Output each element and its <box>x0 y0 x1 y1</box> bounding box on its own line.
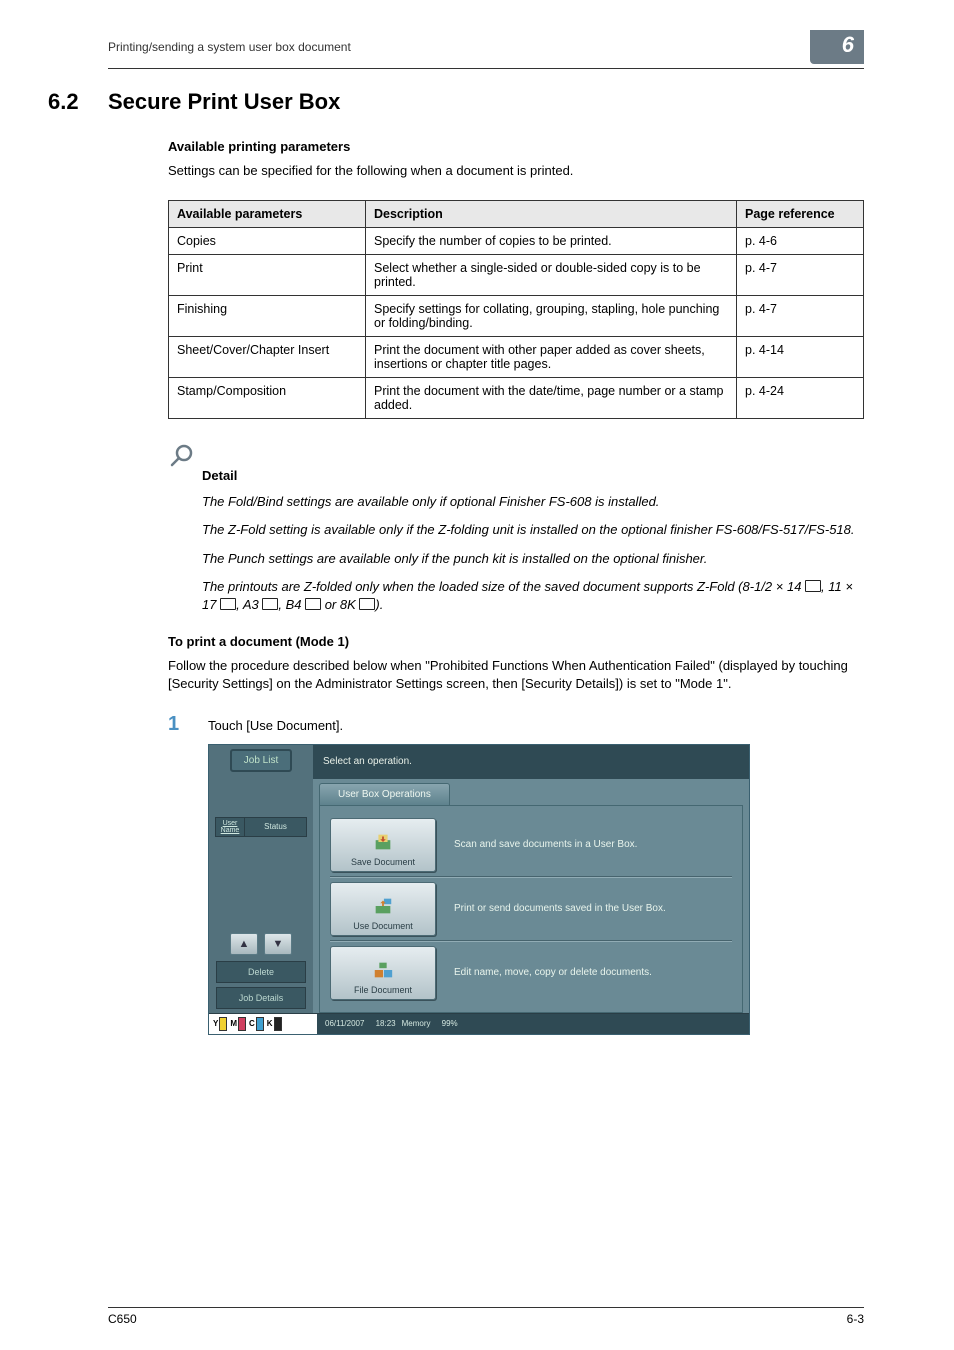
file-document-desc: Edit name, move, copy or delete document… <box>454 967 652 978</box>
section-title: Secure Print User Box <box>108 89 340 115</box>
detail-p1: The Fold/Bind settings are available onl… <box>202 493 864 511</box>
table-row: Sheet/Cover/Chapter Insert Print the doc… <box>169 337 864 378</box>
job-details-button[interactable]: Job Details <box>216 987 306 1009</box>
save-document-label: Save Document <box>351 857 415 867</box>
p4-part: ). <box>375 597 383 612</box>
section-number: 6.2 <box>48 89 108 115</box>
arrow-down-button[interactable]: ▼ <box>264 933 292 955</box>
table-row: Print Select whether a single-sided or d… <box>169 255 864 296</box>
datetime-memory-bar: 06/11/2007 18:23 Memory 99% <box>317 1014 749 1034</box>
use-document-button[interactable]: Use Document <box>330 882 436 936</box>
p4-part: , B4 <box>278 597 305 612</box>
job-list-button[interactable]: Job List <box>230 749 292 772</box>
running-header: Printing/sending a system user box docum… <box>108 40 351 54</box>
save-document-icon <box>372 831 394 853</box>
step-number: 1 <box>168 714 208 734</box>
printer-panel-screenshot: Job List Select an operation. User Name … <box>208 744 750 1035</box>
cell: Print the document with other paper adde… <box>366 337 737 378</box>
landscape-icon <box>805 580 821 592</box>
mode1-intro: Follow the procedure described below whe… <box>168 657 864 693</box>
user-box-operations-tab[interactable]: User Box Operations <box>319 783 450 805</box>
p4-part: , A3 <box>236 597 262 612</box>
table-row: Copies Specify the number of copies to b… <box>169 228 864 255</box>
detail-label: Detail <box>202 468 864 483</box>
cell: Print the document with the date/time, p… <box>366 378 737 419</box>
delete-button[interactable]: Delete <box>216 961 306 983</box>
footer-model: C650 <box>108 1312 137 1326</box>
p4-part: The printouts are Z-folded only when the… <box>202 579 805 594</box>
cell: p. 4-7 <box>737 296 864 337</box>
cell: Print <box>169 255 366 296</box>
cell: Copies <box>169 228 366 255</box>
footer-page: 6-3 <box>847 1312 864 1326</box>
cell: Sheet/Cover/Chapter Insert <box>169 337 366 378</box>
memory-label: Memory <box>402 1019 431 1028</box>
cell: Specify the number of copies to be print… <box>366 228 737 255</box>
status-header: Status <box>245 820 306 833</box>
landscape-icon <box>262 598 278 610</box>
cell: Stamp/Composition <box>169 378 366 419</box>
user-name-header: User Name <box>216 818 245 836</box>
cell: p. 4-14 <box>737 337 864 378</box>
file-document-button[interactable]: File Document <box>330 946 436 1000</box>
cell: p. 4-7 <box>737 255 864 296</box>
parameters-table: Available parameters Description Page re… <box>168 200 864 419</box>
save-document-button[interactable]: Save Document <box>330 818 436 872</box>
available-params-intro: Settings can be specified for the follow… <box>168 162 864 180</box>
step-text: Touch [Use Document]. <box>208 714 343 733</box>
cell: Select whether a single-sided or double-… <box>366 255 737 296</box>
cell: p. 4-24 <box>737 378 864 419</box>
toner-levels: Y M C K <box>209 1014 317 1034</box>
file-document-label: File Document <box>354 985 412 995</box>
col-description: Description <box>366 201 737 228</box>
arrow-up-button[interactable]: ▲ <box>230 933 258 955</box>
available-params-heading: Available printing parameters <box>168 139 864 154</box>
cell: Specify settings for collating, grouping… <box>366 296 737 337</box>
table-row: Stamp/Composition Print the document wit… <box>169 378 864 419</box>
chapter-number-badge: 6 <box>810 30 864 64</box>
date-value: 06/11/2007 <box>325 1019 364 1028</box>
user-status-header[interactable]: User Name Status <box>215 817 307 837</box>
save-document-desc: Scan and save documents in a User Box. <box>454 839 637 850</box>
col-params: Available parameters <box>169 201 366 228</box>
detail-p4: The printouts are Z-folded only when the… <box>202 578 864 614</box>
landscape-icon <box>305 598 321 610</box>
mode1-heading: To print a document (Mode 1) <box>168 634 864 649</box>
cell: Finishing <box>169 296 366 337</box>
instruction-bar: Select an operation. <box>313 745 749 779</box>
table-row: Finishing Specify settings for collating… <box>169 296 864 337</box>
landscape-icon <box>359 598 375 610</box>
use-document-icon <box>372 895 394 917</box>
use-document-desc: Print or send documents saved in the Use… <box>454 903 666 914</box>
magnifier-icon <box>168 443 194 476</box>
file-document-icon <box>372 959 394 981</box>
time-value: 18:23 <box>376 1019 396 1028</box>
detail-p2: The Z-Fold setting is available only if … <box>202 521 864 539</box>
detail-p3: The Punch settings are available only if… <box>202 550 864 568</box>
landscape-icon <box>220 598 236 610</box>
memory-pct: 99% <box>442 1019 458 1028</box>
cell: p. 4-6 <box>737 228 864 255</box>
p4-part: or 8K <box>321 597 359 612</box>
col-pageref: Page reference <box>737 201 864 228</box>
use-document-label: Use Document <box>353 921 413 931</box>
